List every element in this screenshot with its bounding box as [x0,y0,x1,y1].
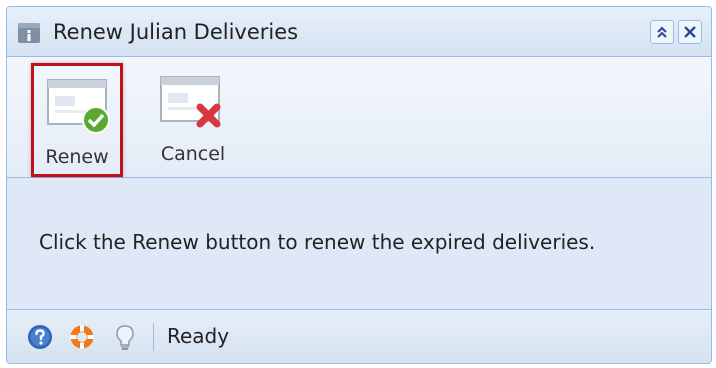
lightbulb-icon[interactable] [113,324,137,356]
cancel-button[interactable]: Cancel [147,63,239,177]
toolbar: Renew Cancel [7,57,711,178]
instruction-message: Click the Renew button to renew the expi… [39,230,596,254]
close-button[interactable] [678,20,702,44]
collapse-button[interactable] [650,20,674,44]
content-panel: Click the Renew button to renew the expi… [7,178,711,311]
double-chevron-up-icon [657,26,667,38]
help-icon[interactable] [27,324,53,354]
support-lifebuoy-icon[interactable] [69,324,95,354]
close-icon [684,26,696,38]
statusbar: Ready [7,309,711,363]
status-text: Ready [167,324,230,348]
window-cancel-icon [159,71,227,139]
renew-button[interactable]: Renew [31,63,123,177]
info-window-icon [17,21,41,45]
window-check-icon [46,74,114,142]
renew-julian-deliveries-window: Renew Julian Deliveries Renew Cancel Cli… [6,6,712,364]
status-separator [153,323,154,351]
renew-label: Renew [45,146,109,168]
cancel-label: Cancel [160,143,226,165]
window-titlebar[interactable]: Renew Julian Deliveries [7,7,711,57]
window-title: Renew Julian Deliveries [53,20,299,44]
